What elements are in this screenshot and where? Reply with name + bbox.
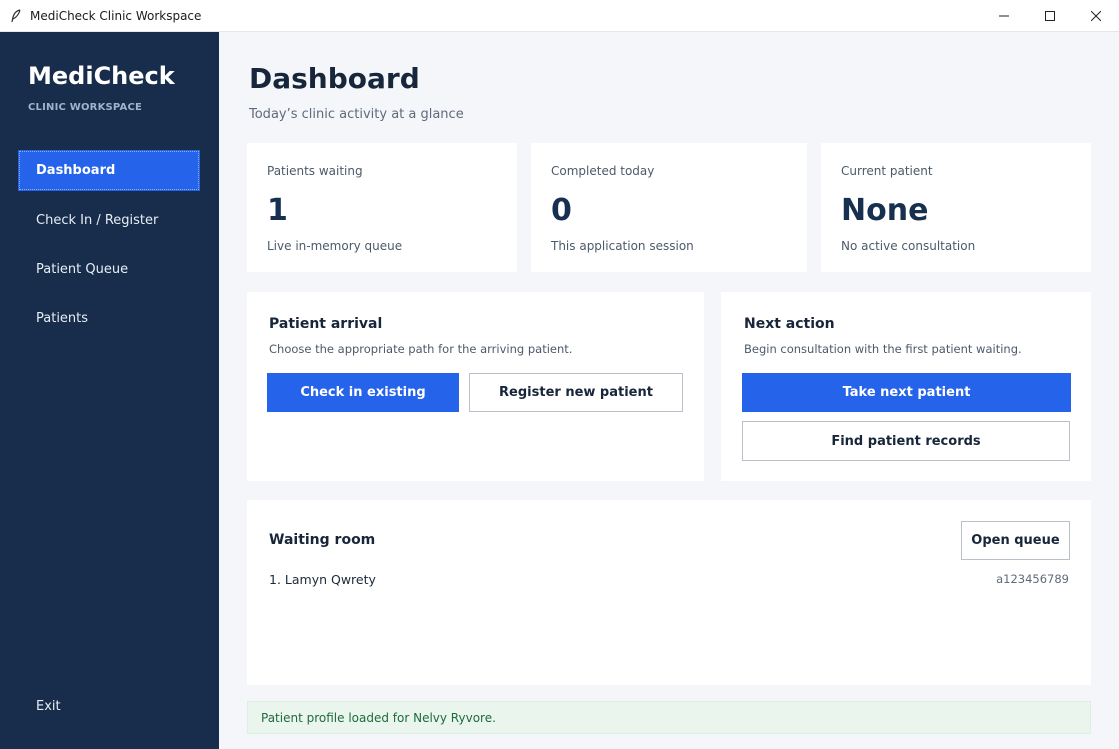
section-title: Waiting room xyxy=(269,532,376,548)
stat-card-completed-today: Completed today 0 This application sessi… xyxy=(531,143,807,272)
window-title: MediCheck Clinic Workspace xyxy=(30,8,202,23)
page-subtitle: Today’s clinic activity at a glance xyxy=(249,107,464,122)
sidebar-item-patients[interactable]: Patients xyxy=(18,298,200,339)
waiting-room-card: Waiting room Open queue 1. Lamyn Qwrety … xyxy=(247,500,1091,685)
section-subtitle: Begin consultation with the first patien… xyxy=(744,342,1022,356)
status-message: Patient profile loaded for Nelvy Ryvore. xyxy=(247,701,1091,734)
stat-label: Current patient xyxy=(841,164,933,178)
patient-arrival-card: Patient arrival Choose the appropriate p… xyxy=(247,292,704,481)
brand-subtitle: CLINIC WORKSPACE xyxy=(28,102,143,113)
sidebar-item-label: Check In / Register xyxy=(36,213,159,228)
stat-note: This application session xyxy=(551,239,694,253)
stat-value: 0 xyxy=(551,193,572,228)
stat-card-current-patient: Current patient None No active consultat… xyxy=(821,143,1091,272)
open-queue-button[interactable]: Open queue xyxy=(961,521,1070,560)
page-title: Dashboard xyxy=(249,62,420,95)
section-title: Next action xyxy=(744,316,835,332)
register-new-patient-button[interactable]: Register new patient xyxy=(469,373,683,412)
sidebar-item-patient-queue[interactable]: Patient Queue xyxy=(18,249,200,290)
take-next-patient-button[interactable]: Take next patient xyxy=(742,373,1071,412)
section-title: Patient arrival xyxy=(269,316,383,332)
find-patient-records-button[interactable]: Find patient records xyxy=(742,421,1070,461)
minimize-button[interactable] xyxy=(981,0,1027,32)
queue-patient-name: 1. Lamyn Qwrety xyxy=(269,572,376,587)
sidebar-item-label: Patient Queue xyxy=(36,262,129,277)
queue-patient-id: a123456789 xyxy=(996,572,1069,586)
title-bar: MediCheck Clinic Workspace xyxy=(0,0,1119,32)
check-in-existing-button[interactable]: Check in existing xyxy=(267,373,459,412)
stat-note: No active consultation xyxy=(841,239,976,253)
minimize-icon xyxy=(999,15,1009,17)
close-button[interactable] xyxy=(1073,0,1119,32)
sidebar-item-check-in-register[interactable]: Check In / Register xyxy=(18,200,200,241)
sidebar-item-dashboard[interactable]: Dashboard xyxy=(18,150,200,191)
feather-icon xyxy=(8,8,24,24)
sidebar: MediCheck CLINIC WORKSPACE Dashboard Che… xyxy=(0,32,219,749)
window-controls xyxy=(981,0,1119,32)
stat-card-patients-waiting: Patients waiting 1 Live in-memory queue xyxy=(247,143,517,272)
stat-note: Live in-memory queue xyxy=(267,239,403,253)
stat-value: 1 xyxy=(267,193,288,228)
section-subtitle: Choose the appropriate path for the arri… xyxy=(269,342,573,356)
sidebar-item-label: Dashboard xyxy=(36,163,116,178)
sidebar-item-label: Patients xyxy=(36,311,89,326)
stat-value: None xyxy=(841,193,929,228)
stat-label: Patients waiting xyxy=(267,164,363,178)
stat-label: Completed today xyxy=(551,164,655,178)
next-action-card: Next action Begin consultation with the … xyxy=(721,292,1091,481)
close-icon xyxy=(1091,11,1101,21)
maximize-icon xyxy=(1045,11,1055,21)
maximize-button[interactable] xyxy=(1027,0,1073,32)
exit-button[interactable]: Exit xyxy=(36,699,61,714)
brand-name: MediCheck xyxy=(28,62,175,90)
